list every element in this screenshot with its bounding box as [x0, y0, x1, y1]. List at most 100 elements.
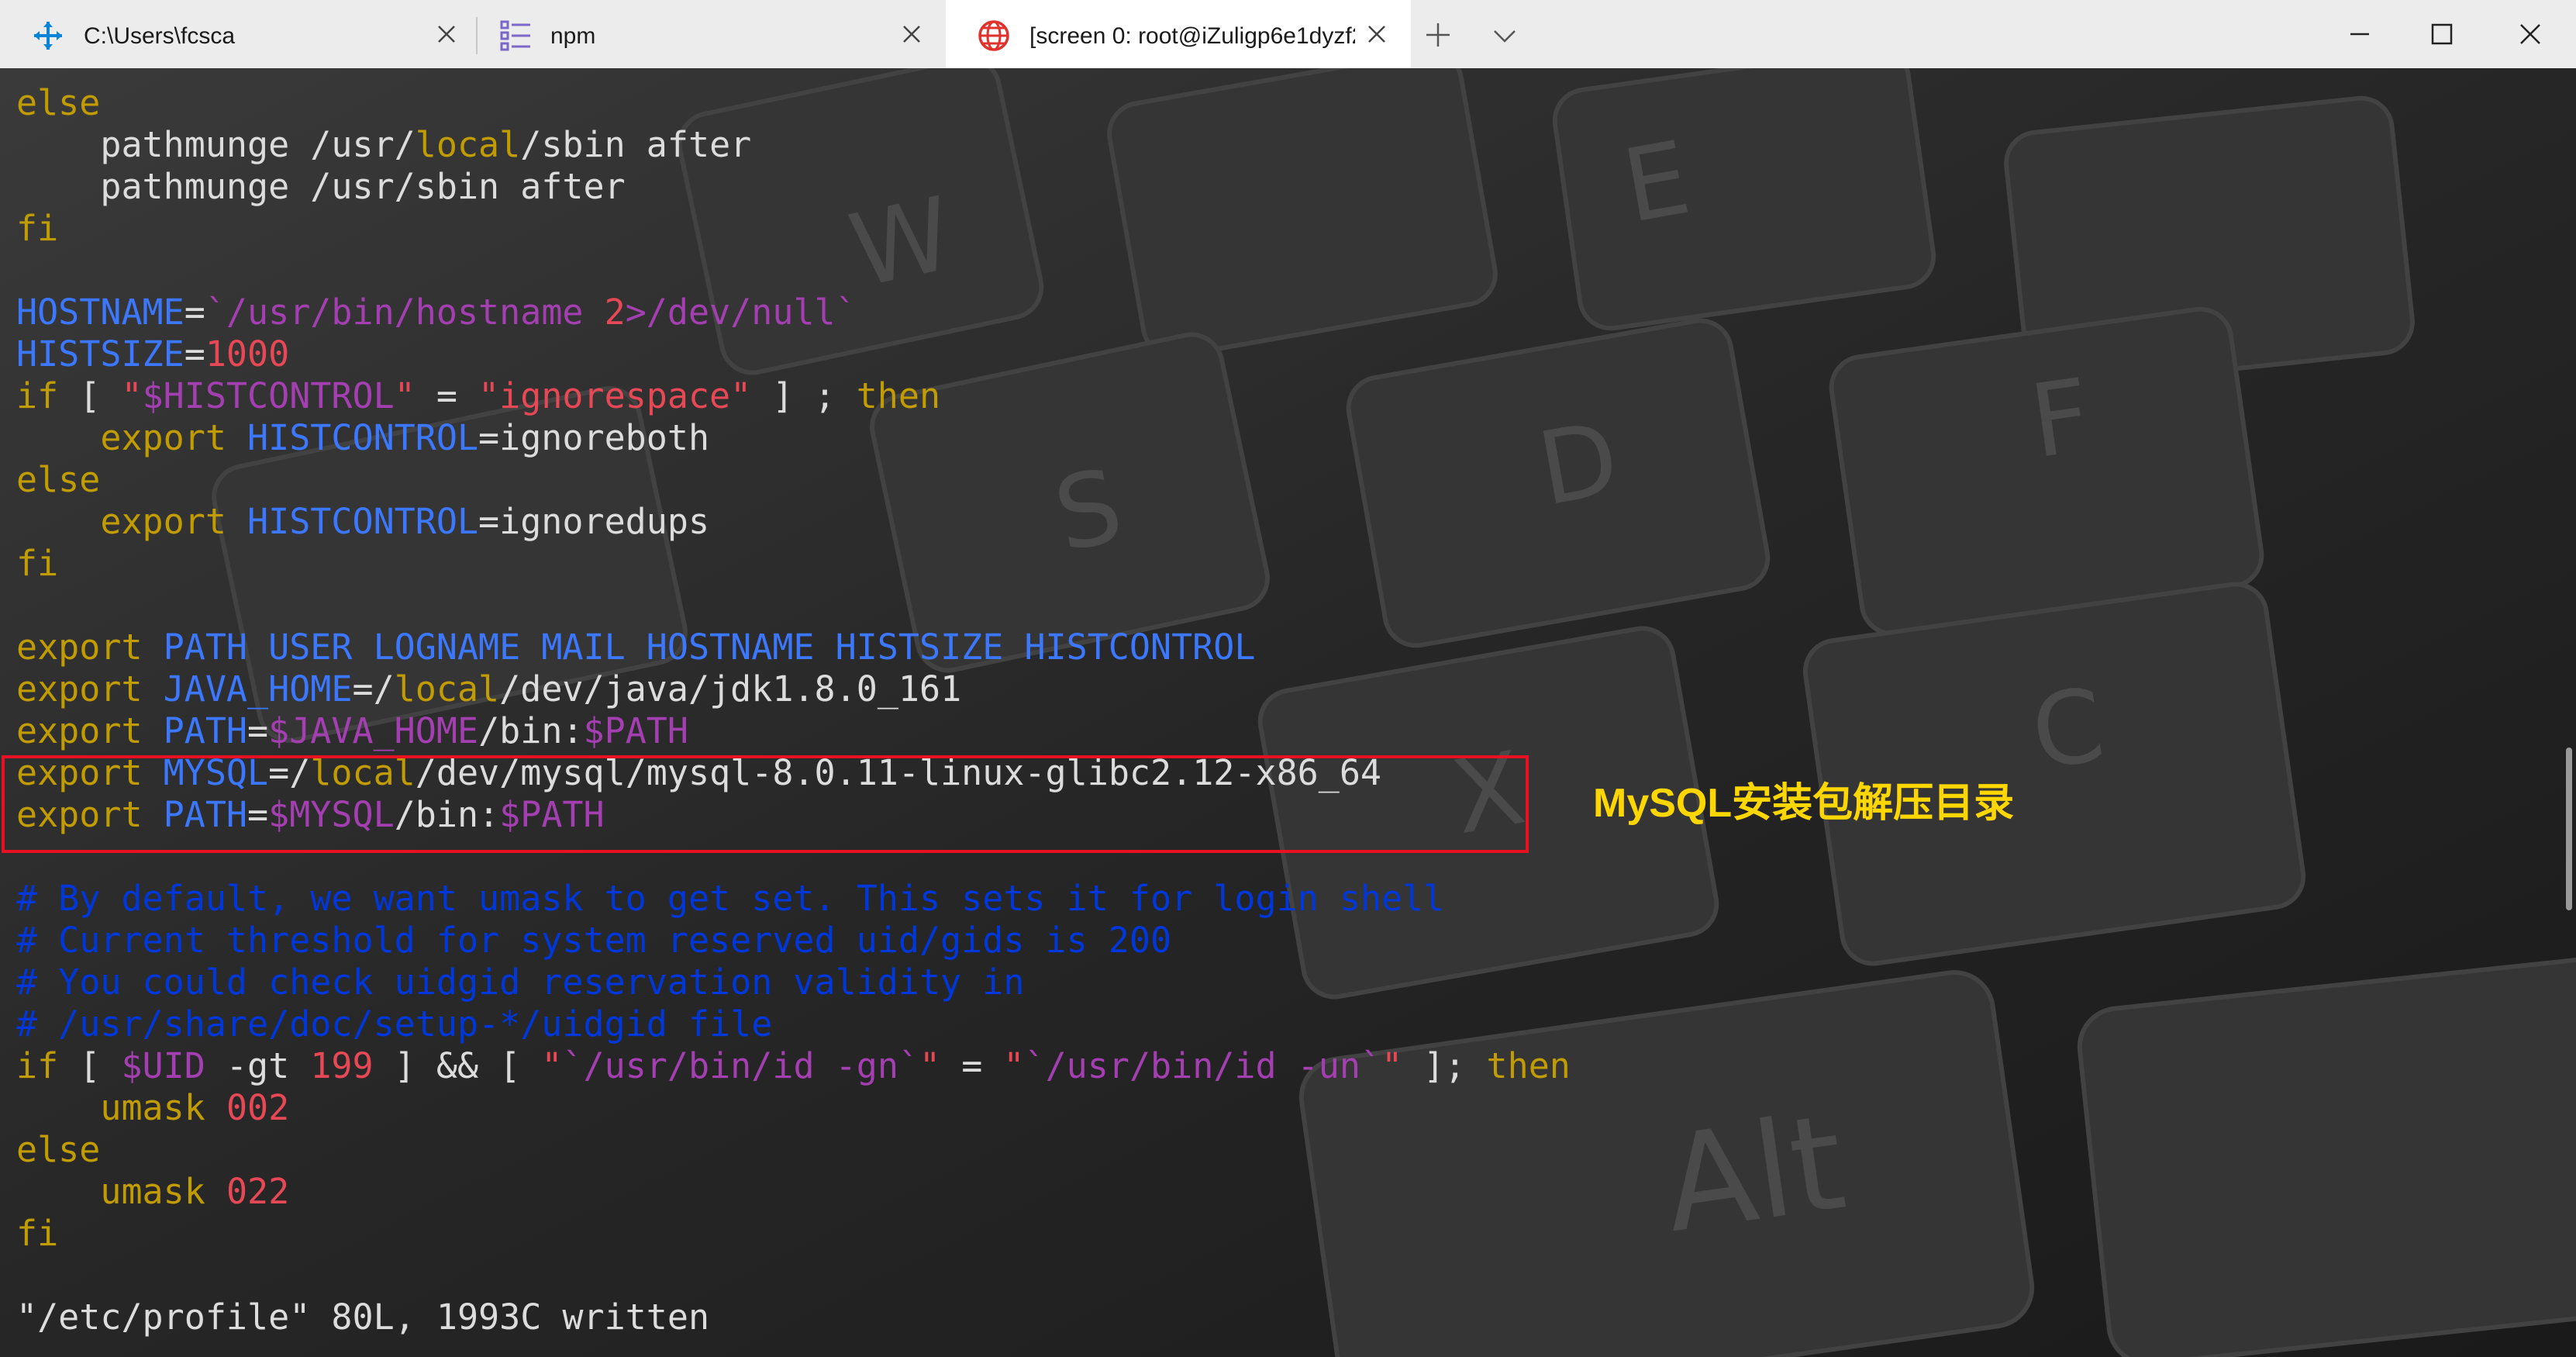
code-token: HISTCONTROL	[247, 417, 479, 458]
terminal-line: HOSTNAME=`/usr/bin/hostname 2>/dev/null`	[16, 292, 1571, 333]
scrollbar-thumb[interactable]	[2566, 748, 2572, 910]
terminal-line: fi	[16, 543, 1571, 585]
tab-dropdown-button[interactable]	[1491, 26, 1518, 45]
code-token: # By default, we want umask to get set. …	[16, 878, 1445, 919]
highlight-box	[2, 755, 1529, 853]
new-tab-button[interactable]	[1425, 22, 1451, 48]
terminal-line: export JAVA_HOME=/local/dev/java/jdk1.8.…	[16, 668, 1571, 710]
code-token: then	[856, 375, 941, 416]
code-token: [	[58, 375, 122, 416]
code-token: # You could check uidgid reservation val…	[16, 962, 1025, 1003]
terminal-line: "/etc/profile" 80L, 1993C written	[16, 1297, 1571, 1338]
code-token: =	[940, 1045, 1004, 1086]
close-icon[interactable]	[901, 23, 922, 45]
code-token: /dev/java/jdk1.8.0_161	[499, 668, 962, 710]
code-token: 022	[226, 1171, 290, 1212]
code-token: pathmunge /usr/	[16, 124, 416, 165]
terminal-line: else	[16, 82, 1571, 124]
terminal-line: fi	[16, 208, 1571, 250]
terminal-line: umask 022	[16, 1171, 1571, 1213]
code-token: HISTSIZE	[16, 333, 184, 375]
code-token: $UID	[121, 1045, 205, 1086]
code-token: /bin:	[478, 710, 584, 751]
terminal-line: export PATH USER LOGNAME MAIL HOSTNAME H…	[16, 627, 1571, 668]
code-token: # Current threshold for system reserved …	[16, 920, 1172, 961]
terminal-line: fi	[16, 1213, 1571, 1255]
tab-bar: C:\Users\fcsca npm [screen 0: root@iZuli…	[0, 0, 2576, 68]
code-token: "	[1003, 1045, 1025, 1086]
code-token: PATH USER LOGNAME MAIL HOSTNAME HISTSIZE…	[163, 627, 1256, 668]
code-token: fi	[16, 1213, 59, 1254]
terminal-line: if [ "$HISTCONTROL" = "ignorespace" ] ; …	[16, 375, 1571, 417]
code-token: export	[16, 627, 164, 668]
chevron-down-icon	[1494, 30, 1516, 43]
code-token: 002	[226, 1087, 290, 1128]
code-token: ] ;	[751, 375, 857, 416]
window-close-button[interactable]	[2485, 0, 2575, 68]
code-token: 2	[604, 292, 626, 333]
terminal-line: pathmunge /usr/local/sbin after	[16, 124, 1571, 166]
code-token: =	[415, 375, 479, 416]
code-token: then	[1486, 1045, 1571, 1086]
code-token: =	[247, 710, 269, 751]
terminal-line: # /usr/share/doc/setup-*/uidgid file	[16, 1003, 1571, 1045]
terminal-line: pathmunge /usr/sbin after	[16, 166, 1571, 208]
code-token: =	[184, 292, 205, 333]
terminal-line: HISTSIZE=1000	[16, 333, 1571, 375]
tab-cmd[interactable]: C:\Users\fcsca	[0, 0, 474, 68]
code-token: `/usr/bin/id -gn`	[562, 1045, 920, 1086]
tab-label: C:\Users\fcsca	[84, 23, 236, 49]
code-token: fi	[16, 208, 59, 249]
code-token: =ignoredups	[478, 501, 710, 542]
code-token: "	[541, 1045, 563, 1086]
code-token: "	[919, 1045, 941, 1086]
code-token: "	[1381, 1045, 1403, 1086]
terminal-line: export HISTCONTROL=ignoreboth	[16, 417, 1571, 459]
code-token: fi	[16, 543, 59, 584]
code-token: umask	[16, 1087, 226, 1128]
code-token: else	[16, 82, 101, 123]
tab-screen-session[interactable]: [screen 0: root@iZuligp6e1dyzf2	[946, 0, 1411, 68]
tab-npm[interactable]: npm	[476, 0, 943, 68]
maximize-icon	[2431, 23, 2453, 45]
maximize-button[interactable]	[2397, 0, 2487, 68]
code-token: export	[16, 668, 164, 710]
tab-label: [screen 0: root@iZuligp6e1dyzf2	[1029, 23, 1355, 49]
code-token: $JAVA_HOME	[268, 710, 479, 751]
terminal-output: else pathmunge /usr/local/sbin after pat…	[16, 82, 1571, 1338]
terminal-line: export PATH=$JAVA_HOME/bin:$PATH	[16, 710, 1571, 752]
minimize-button[interactable]	[2315, 0, 2405, 68]
minimize-icon	[2350, 33, 2369, 36]
code-token: `/usr/bin/id -un`	[1024, 1045, 1382, 1086]
terminal-line: # You could check uidgid reservation val…	[16, 962, 1571, 1003]
close-icon[interactable]	[1366, 23, 1388, 45]
terminal-pane[interactable]: W E S D F X C Alt else pathmunge /usr/lo…	[0, 68, 2576, 1357]
code-token: =/	[352, 668, 395, 710]
code-token: export	[16, 501, 248, 542]
code-token: HISTCONTROL	[247, 501, 479, 542]
annotation-label: MySQL安装包解压目录	[1593, 781, 2015, 826]
code-token: [	[58, 1045, 122, 1086]
code-token: ];	[1402, 1045, 1487, 1086]
code-token: pathmunge /usr/sbin after	[16, 166, 626, 207]
code-token: "	[121, 375, 143, 416]
close-icon[interactable]	[436, 23, 457, 45]
code-token: export	[16, 710, 164, 751]
code-token: "	[394, 375, 416, 416]
code-token: else	[16, 1129, 101, 1170]
code-token: local	[415, 124, 521, 165]
code-token: $PATH	[583, 710, 688, 751]
code-token: else	[16, 459, 101, 500]
azure-cloud-shell-icon	[31, 19, 65, 53]
terminal-line: # By default, we want umask to get set. …	[16, 878, 1571, 920]
code-token: if	[16, 375, 59, 416]
code-token: 199	[310, 1045, 374, 1086]
code-token: PATH	[163, 710, 248, 751]
tab-label: npm	[550, 23, 596, 49]
code-token: `/usr/bin/hostname	[205, 292, 605, 333]
code-token: 1000	[205, 333, 290, 375]
terminal-line: umask 002	[16, 1087, 1571, 1129]
